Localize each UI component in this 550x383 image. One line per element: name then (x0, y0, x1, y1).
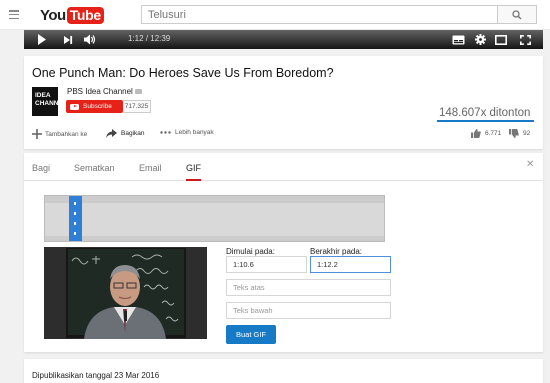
channel-name-row[interactable]: PBS Idea Channel (67, 87, 142, 96)
share-panel: Bagi Sematkan Email GIF ✕ Dimulai pada: … (24, 153, 543, 352)
like-ratio-bar (437, 120, 534, 122)
logo-tube-text: Tube (66, 6, 104, 24)
search-button[interactable] (497, 5, 537, 24)
masthead: You Tube (0, 0, 550, 30)
video-title: One Punch Man: Do Heroes Save Us From Bo… (32, 66, 334, 80)
more-button[interactable]: Lebih banyak (160, 129, 214, 136)
fullscreen-icon (519, 34, 531, 45)
like-button[interactable]: 6.771 (471, 129, 501, 138)
youtube-logo[interactable]: You Tube (40, 6, 104, 24)
share-tabs: Bagi Sematkan Email GIF ✕ (24, 153, 543, 181)
logo-you-text: You (40, 6, 66, 24)
share-icon (106, 129, 117, 138)
theater-mode-button[interactable] (494, 33, 508, 46)
next-icon (64, 35, 73, 44)
channel-name[interactable]: PBS Idea Channel (67, 87, 133, 96)
youtube-play-icon (70, 103, 79, 110)
like-count: 6.771 (485, 130, 502, 137)
create-gif-button[interactable]: Buat GIF (226, 325, 276, 344)
tab-embed[interactable]: Sematkan (74, 163, 115, 173)
view-count: 148.607x ditonton (439, 107, 531, 119)
add-to-button[interactable]: Tambahkan ke (32, 129, 87, 139)
subscribe-label: Subscribe (83, 103, 112, 110)
gear-icon (475, 34, 486, 45)
share-button[interactable]: Bagikan (106, 129, 145, 138)
settings-button[interactable] (474, 33, 487, 46)
active-tab-indicator (186, 179, 201, 181)
published-date: Dipublikasikan tanggal 23 Mar 2016 (32, 371, 160, 380)
search-icon (512, 9, 522, 19)
gif-preview (44, 247, 207, 339)
thumbs-up-icon (471, 129, 481, 138)
gif-timeline[interactable] (44, 195, 385, 242)
play-button[interactable] (36, 33, 48, 46)
volume-icon (83, 34, 95, 45)
tab-email[interactable]: Email (139, 163, 162, 173)
add-to-label: Tambahkan ke (45, 130, 88, 138)
description-card: Dipublikasikan tanggal 23 Mar 2016 (24, 359, 543, 383)
share-label: Bagikan (121, 130, 145, 137)
volume-button[interactable] (82, 33, 96, 46)
video-info-card: One Punch Man: Do Heroes Save Us From Bo… (24, 56, 543, 149)
play-icon (38, 34, 46, 45)
fullscreen-button[interactable] (518, 33, 532, 46)
more-dots-icon (160, 131, 171, 134)
tab-share[interactable]: Bagi (32, 163, 50, 173)
subtitles-icon (452, 35, 464, 44)
subscriber-count: 717.325 (123, 100, 151, 113)
end-time-label: Berakhir pada: (310, 247, 363, 256)
menu-icon[interactable] (9, 10, 19, 20)
video-player-controls: 1:12 / 12:39 (24, 30, 543, 49)
tab-gif[interactable]: GIF (186, 163, 201, 173)
player-time: 1:12 / 12:39 (128, 34, 171, 43)
create-gif-label: Buat GIF (235, 330, 266, 339)
end-time-field[interactable] (310, 256, 391, 273)
dislike-count: 92 (523, 130, 531, 137)
thumbs-down-icon (509, 129, 519, 138)
dislike-button[interactable]: 92 (509, 129, 530, 138)
plus-icon (32, 129, 42, 139)
verified-icon (134, 89, 142, 95)
start-time-field[interactable] (226, 256, 307, 273)
subscribe-button[interactable]: Subscribe (66, 100, 123, 113)
gif-preview-image (44, 247, 207, 339)
timeline-range-handle[interactable] (69, 196, 82, 241)
channel-logo[interactable]: IDEA CHANNEL (32, 87, 67, 116)
next-button[interactable] (62, 33, 74, 46)
top-text-field[interactable] (226, 279, 391, 296)
close-icon[interactable]: ✕ (526, 159, 534, 170)
start-time-label: Dimulai pada: (226, 247, 275, 256)
bottom-text-field[interactable] (226, 302, 391, 319)
subtitles-button[interactable] (451, 33, 465, 46)
search-input[interactable] (141, 5, 498, 24)
theater-mode-icon (495, 34, 507, 45)
more-label: Lebih banyak (175, 129, 214, 136)
